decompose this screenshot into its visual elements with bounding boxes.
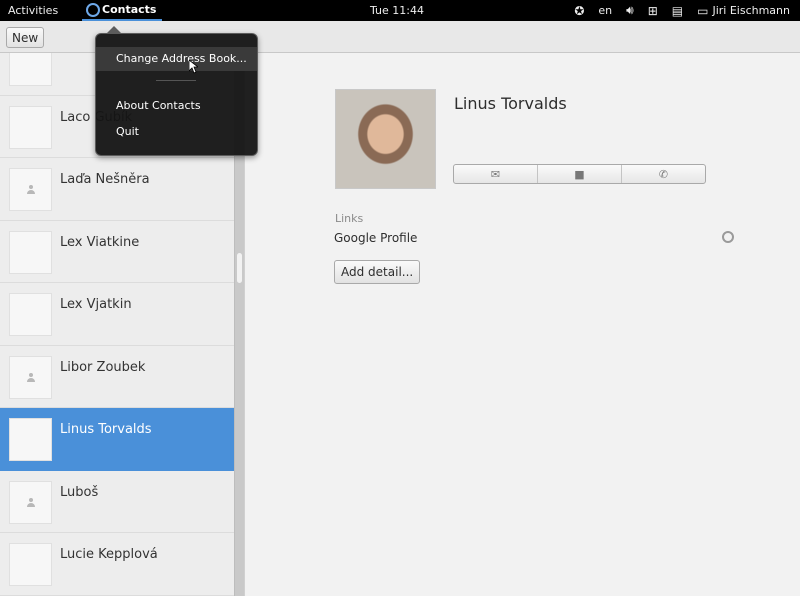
- contact-avatar: [9, 293, 52, 336]
- contact-avatar-placeholder: [9, 480, 52, 524]
- clock[interactable]: Tue 11:44: [370, 4, 424, 17]
- contact-row[interactable]: Lucie Kepplová: [0, 533, 234, 596]
- contact-avatar: [9, 105, 52, 149]
- contact-row[interactable]: Luboš: [0, 471, 234, 533]
- contact-avatar-placeholder: [9, 168, 52, 211]
- contact-name: Lucie Kepplová: [60, 547, 158, 562]
- contact-name: Lex Viatkine: [60, 234, 140, 250]
- user-menu[interactable]: Jiri Eischmann: [712, 4, 790, 17]
- contact-name: Laďa Nešněra: [60, 172, 150, 187]
- contact-row[interactable]: Lex Viatkine: [0, 221, 234, 283]
- activities-button[interactable]: Activities: [8, 4, 58, 17]
- contact-row-selected[interactable]: Linus Torvalds: [0, 408, 234, 471]
- contact-name: Luboš: [60, 484, 99, 500]
- app-menu-label: Contacts: [102, 3, 157, 16]
- links-section-label: Links: [335, 212, 364, 225]
- contact-name: Lex Vjatkin: [60, 297, 132, 312]
- about-contacts-item[interactable]: About Contacts: [96, 94, 257, 118]
- chat-icon[interactable]: ■: [537, 165, 621, 183]
- volume-icon[interactable]: 🔊︎: [626, 3, 634, 18]
- person-icon: [26, 372, 36, 383]
- contact-avatar: [9, 53, 52, 86]
- quit-item[interactable]: Quit: [96, 120, 257, 144]
- phone-icon[interactable]: ✆: [621, 165, 705, 183]
- top-bar: Activities Contacts Tue 11:44 ✪ en 🔊︎ ⊞ …: [0, 0, 800, 21]
- clipboard-icon[interactable]: ▤: [672, 4, 683, 18]
- app-menu-button[interactable]: Contacts: [82, 0, 163, 21]
- contact-actions: ✉ ■ ✆: [453, 164, 706, 184]
- change-address-book-item[interactable]: Change Address Book...: [96, 47, 257, 71]
- system-tray: ✪ en 🔊︎ ⊞ ▤ ▭ Jiri Eischmann: [560, 0, 790, 21]
- new-contact-button[interactable]: New: [6, 27, 45, 48]
- contact-avatar-placeholder: [9, 355, 52, 399]
- keyboard-language-indicator[interactable]: en: [598, 4, 612, 17]
- contact-row[interactable]: Lex Vjatkin: [0, 283, 234, 346]
- menu-separator: [156, 80, 196, 81]
- user-icon[interactable]: ▭: [697, 4, 708, 18]
- person-icon: [26, 497, 36, 508]
- contact-row[interactable]: Laďa Nešněra: [0, 158, 234, 221]
- contact-detail-name: Linus Torvalds: [454, 94, 567, 113]
- contact-photo[interactable]: [335, 89, 436, 189]
- scrollbar-thumb[interactable]: [237, 253, 242, 283]
- add-detail-button[interactable]: Add detail...: [334, 260, 421, 284]
- link-icon[interactable]: [722, 231, 734, 243]
- accessibility-icon[interactable]: ✪: [574, 4, 584, 18]
- contact-avatar: [9, 230, 52, 274]
- mouse-pointer-icon: [189, 60, 198, 74]
- contact-row[interactable]: Libor Zoubek: [0, 346, 234, 408]
- mail-icon[interactable]: ✉: [454, 165, 537, 183]
- app-menu-popup: Change Address Book... About Contacts Qu…: [95, 26, 258, 156]
- contact-detail-pane: Linus Torvalds ✉ ■ ✆ Links Google Profil…: [244, 53, 800, 596]
- person-icon: [26, 185, 36, 195]
- contact-name: Libor Zoubek: [60, 359, 146, 375]
- google-profile-link[interactable]: Google Profile: [334, 231, 417, 245]
- network-icon[interactable]: ⊞: [648, 4, 658, 18]
- contacts-app-icon: [86, 2, 100, 17]
- contact-detail-toolbar: [244, 21, 800, 53]
- contact-avatar: [9, 418, 52, 461]
- contact-name: Linus Torvalds: [60, 422, 152, 437]
- contact-avatar: [9, 543, 52, 586]
